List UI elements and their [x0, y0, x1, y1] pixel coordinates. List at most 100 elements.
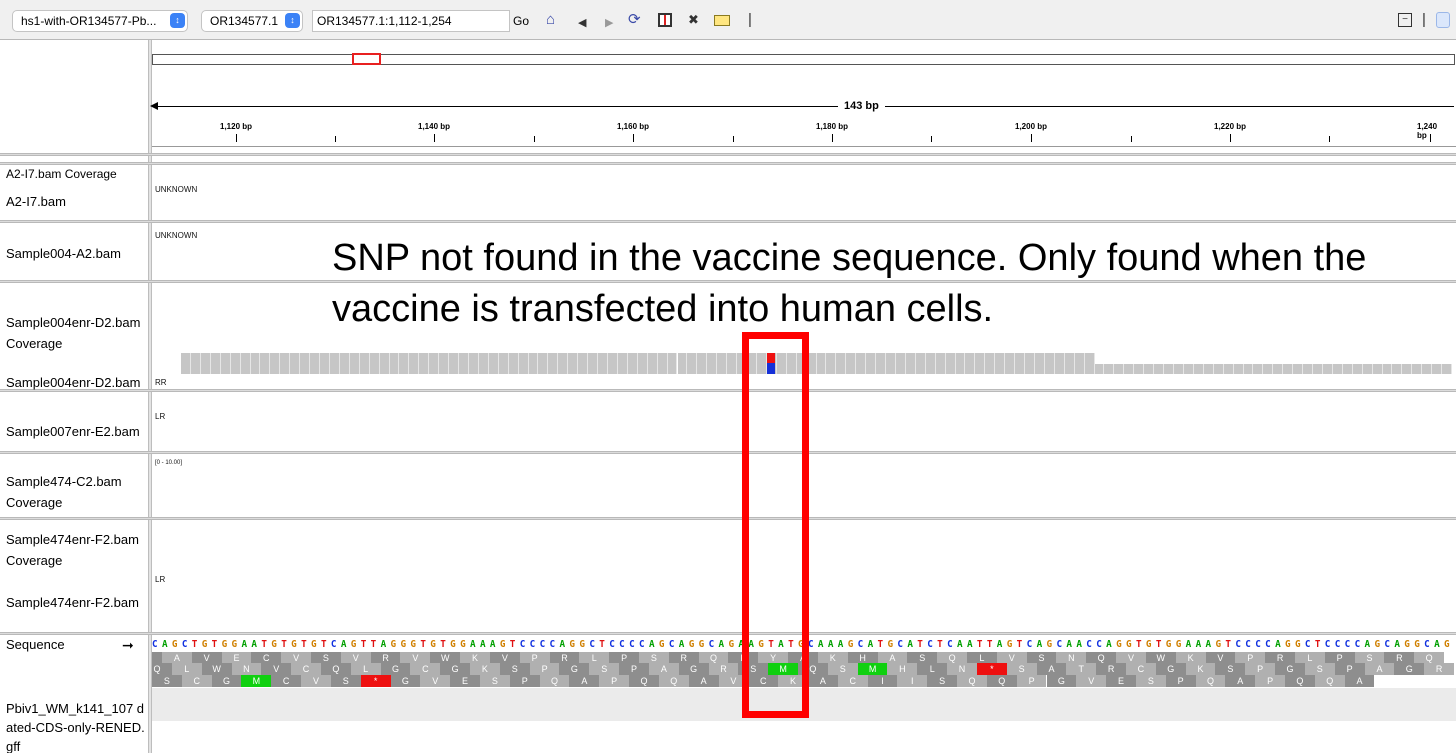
- amino-acid: N: [231, 663, 262, 675]
- base: C: [897, 639, 904, 650]
- amino-acid: Q: [957, 675, 987, 687]
- span-line: [152, 106, 1454, 107]
- base: A: [678, 639, 686, 650]
- coverage-bar: [1432, 364, 1443, 374]
- base: T: [281, 639, 288, 650]
- amino-acid: C: [291, 663, 321, 675]
- coverage-bar: [419, 353, 430, 374]
- track-tag: LR: [155, 575, 166, 584]
- track-name-sample474enr-bam[interactable]: Sample474enr-F2.bam: [6, 595, 146, 610]
- base: C: [947, 639, 954, 650]
- panel-separator[interactable]: [0, 162, 1456, 165]
- base: C: [330, 639, 338, 650]
- track-name-sample474enr-coverage[interactable]: Sample474enr-F2.bam Coverage: [6, 529, 146, 571]
- popup-text-icon[interactable]: [714, 15, 730, 26]
- amino-acid: P: [529, 663, 560, 675]
- base: C: [1245, 639, 1252, 650]
- refresh-icon[interactable]: ⟳: [628, 11, 641, 29]
- go-button[interactable]: Go: [513, 10, 529, 32]
- base: C: [708, 639, 716, 650]
- back-arrow-icon[interactable]: ◀: [578, 14, 586, 32]
- track-name-a2-bam[interactable]: A2-I7.bam: [6, 194, 146, 209]
- toolbar-divider-right: |: [1422, 11, 1426, 28]
- track-name-sample004enr-bam[interactable]: Sample004enr-D2.bam: [6, 375, 146, 390]
- amino-acid: C: [1126, 663, 1156, 675]
- coverage-bar: [1064, 353, 1075, 374]
- amino-acid: W: [201, 663, 232, 675]
- coverage-bar: [1233, 364, 1244, 374]
- coverage-bar: [866, 353, 877, 374]
- coverage-bar: [329, 353, 340, 374]
- track-name-sample007enr[interactable]: Sample007enr-E2.bam: [6, 424, 146, 439]
- collapse-icon[interactable]: −: [1398, 13, 1412, 27]
- base: G: [221, 639, 229, 650]
- coverage-bar: [1044, 353, 1055, 374]
- amino-acid: S: [499, 663, 530, 675]
- base: C: [927, 639, 934, 650]
- amino-acid: C: [837, 675, 868, 687]
- coverage-bar: [429, 353, 440, 374]
- amino-acid: R: [708, 663, 739, 675]
- amino-acid: G: [380, 663, 411, 675]
- base: T: [1225, 639, 1232, 650]
- amino-acid: N: [947, 663, 977, 675]
- base: A: [827, 639, 835, 650]
- panel-separator[interactable]: [0, 153, 1456, 156]
- base: A: [867, 639, 875, 650]
- track-name-a2-coverage[interactable]: A2-I7.bam Coverage: [6, 167, 146, 182]
- locus-input[interactable]: OR134577.1:1,112-1,254: [312, 10, 510, 32]
- coverage-bar: [945, 353, 956, 374]
- coverage-bar: [876, 353, 887, 374]
- base: A: [1185, 639, 1193, 650]
- chromosome-ideogram[interactable]: [152, 54, 1455, 65]
- base: T: [1135, 639, 1143, 650]
- ruler-minor-tick: [733, 136, 734, 142]
- base: A: [1076, 639, 1083, 650]
- chromosome-dropdown[interactable]: OR134577.1 ↕: [201, 10, 303, 32]
- amino-acid: R: [1424, 663, 1454, 675]
- ruler-tick-label: 1,140 bp: [417, 122, 451, 131]
- coverage-bar: [895, 353, 906, 374]
- coverage-bar: [290, 353, 301, 374]
- track-name-sample004enr-coverage[interactable]: Sample004enr-D2.bam Coverage: [6, 312, 146, 354]
- coverage-bar: [816, 353, 827, 374]
- coverage-bar: [548, 353, 559, 374]
- base: A: [817, 639, 825, 650]
- coverage-bar: [200, 353, 211, 374]
- forward-arrow-icon[interactable]: ▶: [605, 14, 613, 32]
- genome-dropdown[interactable]: hs1-with-OR134577-Pb... ↕: [12, 10, 188, 32]
- base: T: [360, 639, 368, 650]
- ruler-tick-label: 1,180 bp: [815, 122, 849, 131]
- amino-acid: L: [917, 663, 948, 675]
- base: C: [1424, 639, 1431, 650]
- coverage-bar: [578, 353, 589, 374]
- base: A: [380, 639, 388, 650]
- amino-acid: *: [360, 675, 391, 687]
- coverage-bar: [588, 353, 599, 374]
- coverage-bar: [1372, 364, 1383, 374]
- panel-separator[interactable]: [0, 632, 1456, 635]
- amino-acid: G: [211, 675, 242, 687]
- base: T: [320, 639, 328, 650]
- track-name-sample474-coverage[interactable]: Sample474-C2.bam Coverage: [6, 471, 146, 513]
- track-name-gff[interactable]: Pbiv1_WM_k141_107 dated-CDS-only-RENED.g…: [6, 699, 146, 753]
- strand-arrow-icon[interactable]: ➞: [122, 637, 134, 654]
- coverage-bar: [1442, 364, 1453, 374]
- coverage-bar: [478, 353, 489, 374]
- base: A: [996, 639, 1004, 650]
- base: A: [1195, 639, 1203, 650]
- amino-acid: T: [1066, 663, 1097, 675]
- coverage-bar: [1025, 353, 1035, 374]
- base: C: [1354, 639, 1362, 650]
- base: G: [1285, 639, 1292, 650]
- ruler-tick: [236, 134, 237, 142]
- fit-window-icon[interactable]: ✖: [688, 11, 699, 29]
- base: G: [171, 639, 179, 650]
- track-name-sample004[interactable]: Sample004-A2.bam: [6, 246, 146, 261]
- home-icon[interactable]: ⌂: [546, 11, 555, 29]
- region-of-interest-icon[interactable]: [658, 13, 672, 27]
- coverage-bar: [518, 353, 529, 374]
- amino-acid: P: [1016, 675, 1047, 687]
- base: G: [1116, 639, 1123, 650]
- panel-toggle-icon[interactable]: [1436, 12, 1450, 28]
